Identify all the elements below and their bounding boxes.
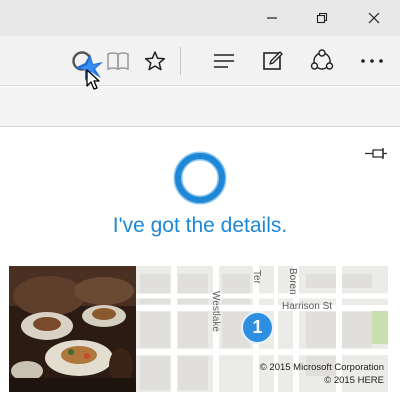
hub-icon (214, 54, 234, 68)
street-label-terry: Ter (251, 270, 262, 284)
close-button[interactable] (350, 0, 398, 36)
map-copyright-microsoft: © 2015 Microsoft Corporation (259, 362, 384, 373)
restaurant-photo[interactable] (9, 266, 136, 392)
street-label-harrison: Harrison St (282, 301, 333, 312)
map-copyright-here: © 2015 HERE (324, 375, 384, 386)
location-map[interactable]: Westlake Ter Boren Harrison St 1 © 2015 … (136, 266, 388, 392)
share-button[interactable] (302, 36, 342, 86)
more-icon (361, 59, 383, 63)
pin-icon (365, 148, 387, 159)
favorites-button[interactable] (135, 36, 175, 86)
favorites-star-icon (144, 51, 166, 71)
web-note-icon (263, 51, 283, 70)
mouse-cursor-icon (75, 54, 103, 90)
address-area[interactable] (0, 87, 400, 127)
minimize-icon (267, 17, 277, 19)
restore-button[interactable] (298, 0, 346, 36)
cortana-message: I've got the details. (112, 214, 288, 237)
title-bar (0, 0, 400, 36)
share-icon (310, 49, 334, 70)
street-label-boren: Boren (287, 268, 298, 295)
web-note-button[interactable] (253, 36, 293, 86)
pin-button[interactable] (364, 146, 388, 162)
more-button[interactable] (352, 36, 392, 86)
map-marker[interactable]: 1 (241, 311, 274, 344)
hub-button[interactable] (204, 36, 244, 86)
food-image (9, 266, 136, 392)
browser-toolbar (0, 36, 400, 86)
toolbar-separator (180, 47, 181, 75)
cortana-panel: I've got the details. Westlake Ter Boren… (0, 128, 400, 411)
minimize-button[interactable] (248, 0, 296, 36)
cortana-ring-icon (173, 151, 227, 205)
restore-icon (316, 12, 328, 24)
close-icon (368, 12, 380, 24)
street-label-westlake: Westlake (210, 291, 221, 332)
